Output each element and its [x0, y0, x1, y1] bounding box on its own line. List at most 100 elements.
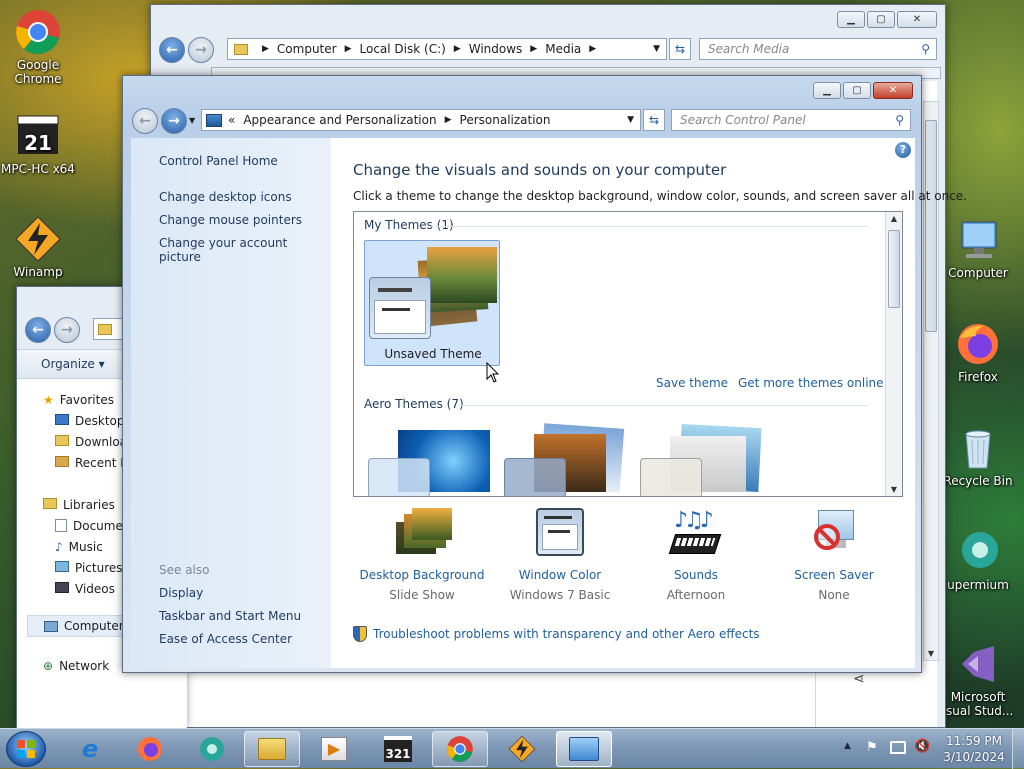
taskbar-explorer[interactable] — [244, 731, 300, 767]
nav-item-recent[interactable]: Recent Pl — [55, 456, 131, 470]
setting-desktop-background[interactable]: Desktop Background Slide Show — [355, 508, 489, 608]
show-hidden-icons-button[interactable]: ▲ — [844, 741, 851, 751]
refresh-button[interactable]: ⇆ — [643, 109, 665, 131]
start-button[interactable] — [6, 731, 46, 767]
refresh-button[interactable]: ⇆ — [669, 38, 691, 60]
nav-item-pictures[interactable]: Pictures — [55, 561, 123, 575]
sidebar-link-desktop-icons[interactable]: Change desktop icons — [159, 190, 292, 204]
troubleshoot-link[interactable]: Troubleshoot problems with transparency … — [353, 626, 760, 642]
nav-item-music[interactable]: ♪ Music — [55, 540, 103, 554]
maximize-button[interactable]: ▢ — [867, 11, 895, 28]
desktop-icon-winamp[interactable]: Winamp — [0, 215, 76, 279]
see-also-link-ease-of-access[interactable]: Ease of Access Center — [159, 632, 292, 646]
desktop-icon-visual-studio[interactable]: Microsoft isual Stud... — [940, 640, 1016, 718]
nav-item-videos[interactable]: Videos — [55, 582, 115, 596]
maximize-button[interactable]: ▢ — [843, 82, 871, 99]
control-panel-icon — [206, 113, 222, 127]
main-content: ? Change the visuals and sounds on your … — [331, 138, 967, 668]
desktop-icon-label: Computer — [948, 266, 1008, 280]
back-button[interactable]: ← — [159, 37, 185, 63]
scrollbar-thumb[interactable] — [888, 230, 900, 308]
get-more-themes-link[interactable]: Get more themes online — [738, 376, 884, 390]
address-bar[interactable]: « Appearance and Personalization ▶ Perso… — [201, 109, 641, 131]
chrome-icon — [447, 736, 473, 762]
desktop-icon-computer[interactable]: Computer — [940, 216, 1016, 280]
winamp-icon — [508, 735, 536, 763]
share-icon[interactable]: ⋖ — [853, 671, 865, 687]
breadcrumb-item[interactable]: Personalization — [460, 113, 551, 127]
taskbar-control-panel[interactable] — [556, 731, 612, 767]
nav-item-documents[interactable]: Documen — [55, 519, 130, 533]
desktop-icon-mpc-hc[interactable]: 21 MPC-HC x64 — [0, 112, 76, 176]
setting-sounds[interactable]: ♪♫♪ Sounds Afternoon — [629, 508, 763, 608]
nav-favorites[interactable]: ★ Favorites — [43, 393, 114, 407]
star-icon: ★ — [43, 393, 54, 407]
nav-network[interactable]: ⊕ Network — [43, 659, 109, 673]
desktop-icon-recycle-bin[interactable]: Recycle Bin — [940, 424, 1016, 488]
minimize-button[interactable]: ▁ — [837, 11, 865, 28]
computer-icon — [44, 620, 58, 632]
search-input[interactable]: Search Media ⚲ — [699, 38, 937, 60]
volume-muted-icon[interactable]: 🔇 — [914, 739, 930, 754]
network-tray-icon[interactable] — [890, 741, 906, 754]
setting-label: Screen Saver — [794, 568, 874, 582]
theme-tile-unsaved[interactable]: Unsaved Theme — [364, 240, 500, 366]
search-input[interactable]: Search Control Panel ⚲ — [671, 109, 911, 131]
taskbar-chrome[interactable] — [432, 731, 488, 767]
minimize-button[interactable]: ▁ — [813, 82, 841, 99]
organize-button[interactable]: Organize ▾ — [41, 357, 105, 371]
breadcrumb-item[interactable]: Appearance and Personalization — [243, 113, 436, 127]
nav-item-downloads[interactable]: Downloa — [55, 435, 127, 449]
shield-icon — [353, 626, 367, 642]
forward-button[interactable]: → — [188, 37, 214, 63]
sidebar-link-account-picture[interactable]: Change your account picture — [159, 236, 331, 264]
help-icon[interactable]: ? — [895, 142, 911, 158]
save-theme-link[interactable]: Save theme — [656, 376, 728, 390]
forward-button[interactable]: → — [161, 108, 187, 134]
clock[interactable]: 11:59 PM 3/10/2024 — [938, 733, 1010, 765]
theme-tile-characters[interactable] — [640, 423, 766, 496]
breadcrumb-item[interactable]: Local Disk (C:) — [360, 42, 446, 56]
taskbar-media-player[interactable]: ▶ — [306, 731, 362, 767]
theme-tile-architecture[interactable] — [504, 423, 630, 496]
breadcrumb-item[interactable]: Computer — [277, 42, 337, 56]
back-button[interactable]: ← — [25, 317, 51, 343]
documents-icon — [55, 519, 67, 532]
nav-item-desktop[interactable]: Desktop — [55, 414, 125, 428]
action-center-flag-icon[interactable]: ⚑ — [866, 740, 878, 755]
search-icon: ⚲ — [921, 42, 930, 56]
breadcrumb-item[interactable]: Windows — [469, 42, 523, 56]
chevron-down-icon[interactable]: ▼ — [653, 44, 660, 54]
sidebar-home-link[interactable]: Control Panel Home — [159, 154, 278, 168]
window-color-swatch — [369, 277, 431, 339]
taskbar-firefox[interactable] — [122, 731, 178, 767]
themes-scrollbar[interactable]: ▲ ▼ — [885, 212, 902, 496]
taskbar-ie[interactable]: e — [62, 731, 118, 767]
address-bar[interactable]: ▶ Computer ▶ Local Disk (C:) ▶ Windows ▶ Med… — [227, 38, 667, 60]
desktop-icon-firefox[interactable]: Firefox — [940, 320, 1016, 384]
breadcrumb-item[interactable]: Media — [545, 42, 581, 56]
setting-window-color[interactable]: Window Color Windows 7 Basic — [493, 508, 627, 608]
sidebar-link-mouse-pointers[interactable]: Change mouse pointers — [159, 213, 302, 227]
forward-button[interactable]: → — [54, 317, 80, 343]
theme-tile-windows-7[interactable] — [368, 424, 494, 496]
setting-screen-saver[interactable]: Screen Saver None — [767, 508, 901, 608]
close-button[interactable]: ✕ — [897, 11, 937, 28]
taskbar-mpc-hc[interactable]: 321 — [370, 731, 426, 767]
close-button[interactable]: ✕ — [873, 82, 913, 99]
chevron-down-icon[interactable]: ▼ — [627, 115, 634, 125]
show-desktop-button[interactable] — [1012, 729, 1024, 769]
taskbar-supermium[interactable] — [184, 731, 240, 767]
desktop-icon-label: Microsoft — [950, 690, 1006, 704]
recent-pages-dropdown[interactable]: ▼ — [189, 116, 195, 125]
taskbar-winamp[interactable] — [494, 731, 550, 767]
scrollbar-thumb[interactable] — [925, 120, 937, 332]
vertical-scrollbar[interactable]: ▼ — [923, 101, 939, 661]
nav-libraries[interactable]: Libraries — [43, 498, 115, 512]
desktop-icon-chrome[interactable]: Google Chrome — [0, 8, 76, 86]
see-also-link-display[interactable]: Display — [159, 586, 203, 600]
desktop-icon-supermium[interactable]: upermium — [940, 528, 1016, 592]
recent-places-icon — [55, 456, 69, 467]
see-also-link-taskbar[interactable]: Taskbar and Start Menu — [159, 609, 301, 623]
back-button[interactable]: ← — [132, 108, 158, 134]
